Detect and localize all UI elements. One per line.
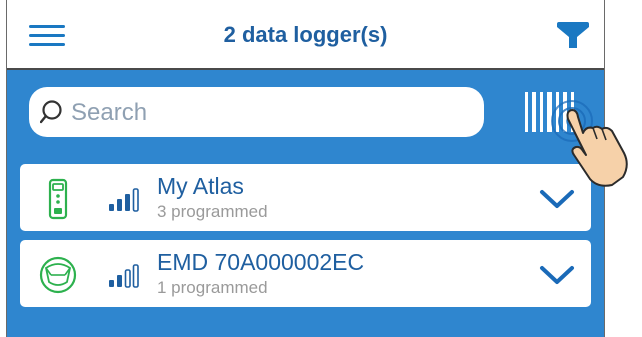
logger-name: EMD 70A000002EC xyxy=(157,249,365,275)
app-frame: 2 data logger(s) Search My Atlas 3 progr… xyxy=(6,0,605,337)
chevron-down-icon[interactable] xyxy=(539,264,575,286)
search-bar[interactable] xyxy=(29,87,484,137)
logger-card-emd[interactable]: EMD 70A000002EC 1 programmed xyxy=(20,240,591,307)
atlas-device-icon xyxy=(48,178,68,220)
logger-status: 3 programmed xyxy=(157,202,268,221)
search-input[interactable] xyxy=(69,97,473,129)
filter-icon[interactable] xyxy=(556,22,590,50)
logger-name: My Atlas xyxy=(157,173,244,199)
signal-strength-icon xyxy=(109,264,139,288)
search-icon xyxy=(40,100,62,124)
logger-status: 1 programmed xyxy=(157,278,268,297)
page-title: 2 data logger(s) xyxy=(223,22,388,47)
signal-strength-icon xyxy=(109,188,139,212)
emd-device-icon xyxy=(39,256,77,294)
logger-card-my-atlas[interactable]: My Atlas 3 programmed xyxy=(20,164,591,231)
top-bar: 2 data logger(s) xyxy=(7,0,604,70)
tap-hand-icon xyxy=(551,100,628,187)
chevron-down-icon[interactable] xyxy=(539,188,575,210)
